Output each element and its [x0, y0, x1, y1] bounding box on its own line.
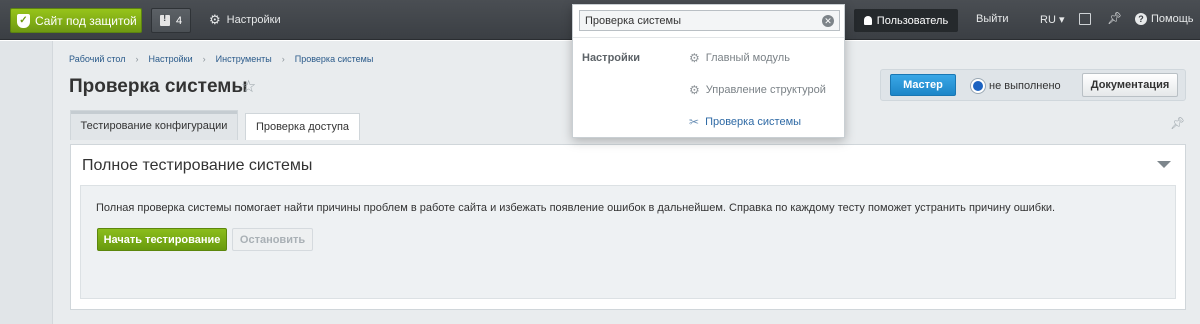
page-title: Проверка системы: [69, 76, 248, 97]
section-body: Полная проверка системы помогает найти п…: [80, 185, 1176, 299]
start-testing-button[interactable]: Начать тестирование: [97, 228, 227, 251]
search-result-label: Управление структурой: [705, 84, 826, 96]
breadcrumb-item[interactable]: Инструменты: [216, 54, 272, 64]
search-dropdown: ✕ Настройки ⚙ Главный модуль ⚙ Управлени…: [572, 4, 845, 138]
notification-icon: [159, 13, 170, 26]
search-result-system-check[interactable]: ✂ Проверка системы: [689, 115, 801, 129]
gear-icon: ⚙: [689, 83, 700, 97]
tab-configuration-test[interactable]: Тестирование конфигурации: [70, 110, 238, 140]
tab-access-check[interactable]: Проверка доступа: [245, 113, 360, 140]
search-result-main-module[interactable]: ⚙ Главный модуль: [689, 51, 790, 65]
search-result-structure[interactable]: ⚙ Управление структурой: [689, 83, 826, 97]
logout-link[interactable]: Выйти: [976, 13, 1009, 25]
search-group-label: Настройки: [582, 52, 641, 64]
wizard-panel: Мастер не выполнено Документация: [880, 69, 1186, 101]
chevron-down-icon[interactable]: [1157, 161, 1171, 168]
site-protected-label: Сайт под защитой: [35, 13, 137, 28]
search-result-label: Главный модуль: [705, 52, 790, 64]
pin-icon[interactable]: 📌︎: [1170, 116, 1185, 130]
gear-icon: ⚙: [689, 51, 700, 65]
pin-icon[interactable]: 📌︎: [1107, 11, 1122, 25]
documentation-button[interactable]: Документация: [1082, 73, 1178, 97]
help-icon: ?: [1135, 13, 1147, 25]
content-panel: Полное тестирование системы Полная прове…: [70, 144, 1186, 310]
divider: [573, 37, 844, 38]
tools-icon: ✂: [689, 115, 700, 129]
breadcrumb: Рабочий стол › Настройки › Инструменты ›…: [69, 54, 373, 64]
search-input[interactable]: [579, 10, 840, 31]
gear-icon: ⚙: [209, 12, 221, 27]
user-label: Пользователь: [876, 14, 949, 27]
star-icon[interactable]: ☆: [241, 77, 256, 97]
settings-link[interactable]: ⚙ Настройки: [209, 12, 281, 28]
stop-button[interactable]: Остановить: [232, 228, 313, 251]
language-selector[interactable]: RU ▾: [1040, 13, 1064, 26]
wizard-status: не выполнено: [989, 80, 1061, 92]
settings-label: Настройки: [226, 14, 281, 26]
window-icon[interactable]: [1079, 13, 1091, 25]
breadcrumb-item[interactable]: Рабочий стол: [69, 54, 126, 64]
search-result-label: Проверка системы: [705, 116, 802, 128]
user-button[interactable]: Пользователь: [854, 9, 958, 32]
breadcrumb-separator: ›: [281, 54, 285, 64]
user-icon: [863, 16, 872, 25]
breadcrumb-item[interactable]: Проверка системы: [295, 54, 374, 64]
language-label: RU: [1040, 14, 1056, 26]
breadcrumb-item[interactable]: Настройки: [149, 54, 193, 64]
shield-icon: ✓: [17, 13, 30, 28]
section-description: Полная проверка системы помогает найти п…: [96, 202, 1056, 214]
notifications-count: 4: [175, 14, 183, 27]
breadcrumb-separator: ›: [135, 54, 139, 64]
help-link[interactable]: ? Помощь: [1135, 13, 1194, 25]
notifications-button[interactable]: 4: [151, 8, 191, 33]
breadcrumb-separator: ›: [202, 54, 206, 64]
section-title: Полное тестирование системы: [82, 157, 313, 174]
master-button[interactable]: Мастер: [890, 74, 956, 96]
site-protected-button[interactable]: ✓ Сайт под защитой: [10, 8, 142, 33]
clear-icon[interactable]: ✕: [822, 15, 834, 27]
left-menu-strip: [0, 41, 53, 324]
help-label: Помощь: [1151, 13, 1194, 25]
status-radio-icon: [971, 79, 985, 93]
